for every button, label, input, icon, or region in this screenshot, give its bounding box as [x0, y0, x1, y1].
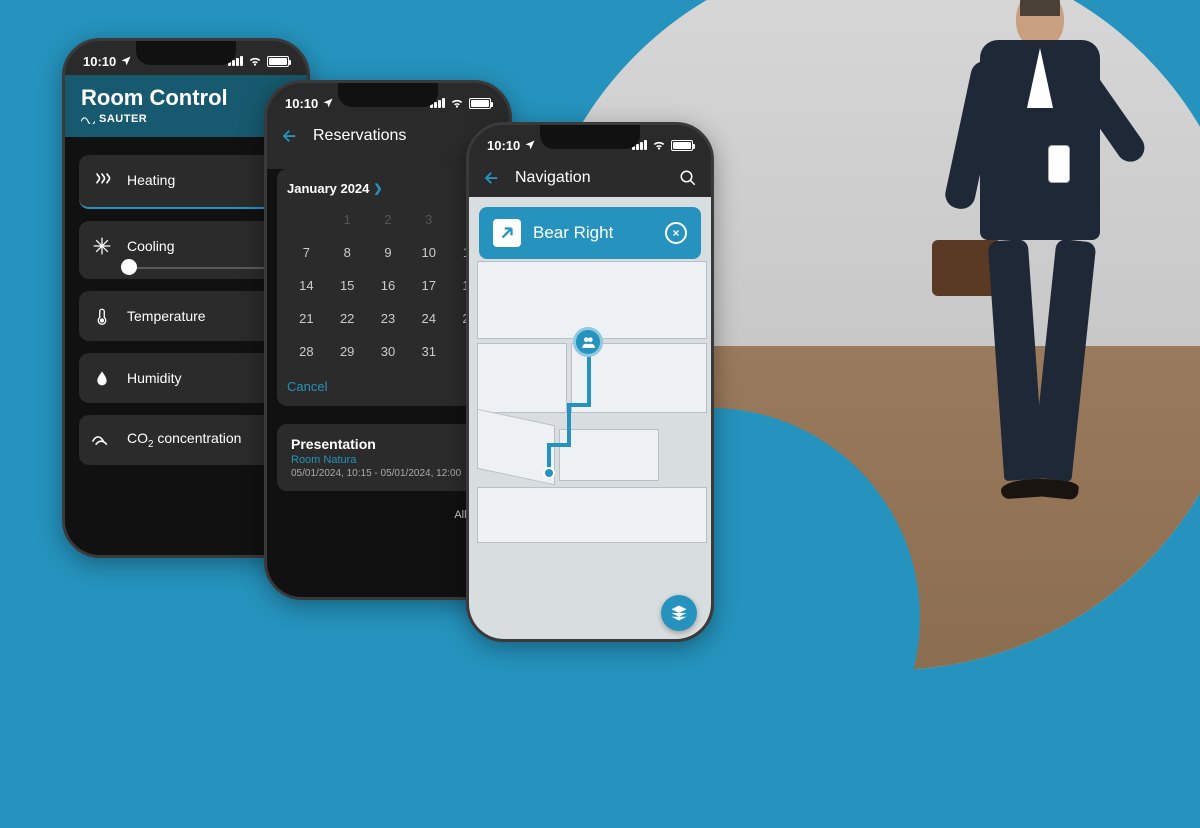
control-label: Temperature	[127, 308, 206, 324]
calendar-day[interactable]: 2	[369, 206, 408, 233]
calendar-day[interactable]: 17	[409, 272, 448, 299]
status-time: 10:10	[285, 96, 318, 111]
floor-map[interactable]: Bear Right	[469, 197, 711, 642]
floor-plan	[469, 197, 711, 642]
search-button[interactable]	[679, 169, 697, 187]
control-co2[interactable]: CO2 concentration	[79, 415, 293, 465]
cooling-icon	[91, 235, 113, 257]
calendar-day[interactable]: 8	[328, 239, 367, 266]
location-arrow-icon	[120, 55, 132, 67]
calendar-day[interactable]: 30	[369, 338, 408, 365]
co2-icon	[91, 429, 113, 451]
calendar-day[interactable]: 14	[287, 272, 326, 299]
location-arrow-icon	[524, 139, 536, 151]
calendar-day[interactable]: 10	[409, 239, 448, 266]
status-time: 10:10	[487, 138, 520, 153]
calendar-day[interactable]: 7	[287, 239, 326, 266]
phone-notch	[338, 83, 438, 107]
wifi-icon	[652, 138, 666, 152]
calendar-day[interactable]: 9	[369, 239, 408, 266]
handheld-phone	[1048, 145, 1070, 183]
status-time: 10:10	[83, 54, 116, 69]
phone-navigation: 10:10 Navigation	[466, 122, 714, 642]
close-direction-button[interactable]	[665, 222, 687, 244]
calendar-day[interactable]: 22	[328, 305, 367, 332]
battery-icon	[267, 56, 289, 67]
calendar-day[interactable]: 15	[328, 272, 367, 299]
direction-banner: Bear Right	[479, 207, 701, 259]
control-label: Humidity	[127, 370, 181, 386]
calendar-day[interactable]: 1	[328, 206, 367, 233]
heating-icon	[91, 169, 113, 191]
control-label: CO2 concentration	[127, 430, 241, 450]
brand-label: SAUTER	[81, 113, 291, 125]
sauter-logo-icon	[81, 114, 95, 124]
reservation-room: Room Natura	[291, 454, 485, 466]
thermometer-icon	[91, 305, 113, 327]
control-heating[interactable]: Heating	[79, 155, 293, 209]
calendar-day[interactable]: 21	[287, 305, 326, 332]
calendar-day[interactable]: 29	[328, 338, 367, 365]
navigation-header: Navigation	[469, 159, 711, 197]
control-temperature[interactable]: Temperature	[79, 291, 293, 341]
reservation-title: Presentation	[291, 436, 485, 452]
control-label: Cooling	[127, 238, 174, 254]
cooling-slider[interactable]	[127, 267, 279, 269]
battery-icon	[469, 98, 491, 109]
reservation-time: 05/01/2024, 10:15 - 05/01/2024, 12:00	[291, 468, 485, 479]
calendar-cancel-button[interactable]: Cancel	[287, 379, 489, 394]
droplet-icon	[91, 367, 113, 389]
page-title: Reservations	[313, 127, 406, 145]
control-humidity[interactable]: Humidity	[79, 353, 293, 403]
bear-right-icon	[493, 219, 521, 247]
control-label: Heating	[127, 172, 175, 188]
businessman-figure	[920, 0, 1160, 550]
wifi-icon	[450, 96, 464, 110]
user-location-marker	[573, 327, 603, 357]
phone-notch	[540, 125, 640, 149]
slider-thumb[interactable]	[121, 259, 137, 275]
direction-text: Bear Right	[533, 223, 653, 243]
calendar-day[interactable]: 3	[409, 206, 448, 233]
wifi-icon	[248, 54, 262, 68]
calendar-day-empty	[287, 206, 326, 233]
battery-icon	[671, 140, 693, 151]
chevron-right-icon: ❯	[373, 182, 382, 195]
calendar-day[interactable]: 31	[409, 338, 448, 365]
calendar-day[interactable]: 23	[369, 305, 408, 332]
page-title: Room Control	[81, 85, 291, 111]
phone-notch	[136, 41, 236, 65]
calendar-day[interactable]: 24	[409, 305, 448, 332]
back-button[interactable]	[483, 169, 501, 187]
control-cooling[interactable]: Cooling	[79, 221, 293, 279]
layers-button[interactable]	[661, 595, 697, 631]
back-button[interactable]	[281, 127, 299, 145]
destination-marker	[543, 467, 555, 479]
calendar-day[interactable]: 16	[369, 272, 408, 299]
location-arrow-icon	[322, 97, 334, 109]
page-title: Navigation	[515, 169, 665, 187]
calendar-day[interactable]: 28	[287, 338, 326, 365]
calendar-month-selector[interactable]: January 2024 ❯	[287, 181, 489, 196]
